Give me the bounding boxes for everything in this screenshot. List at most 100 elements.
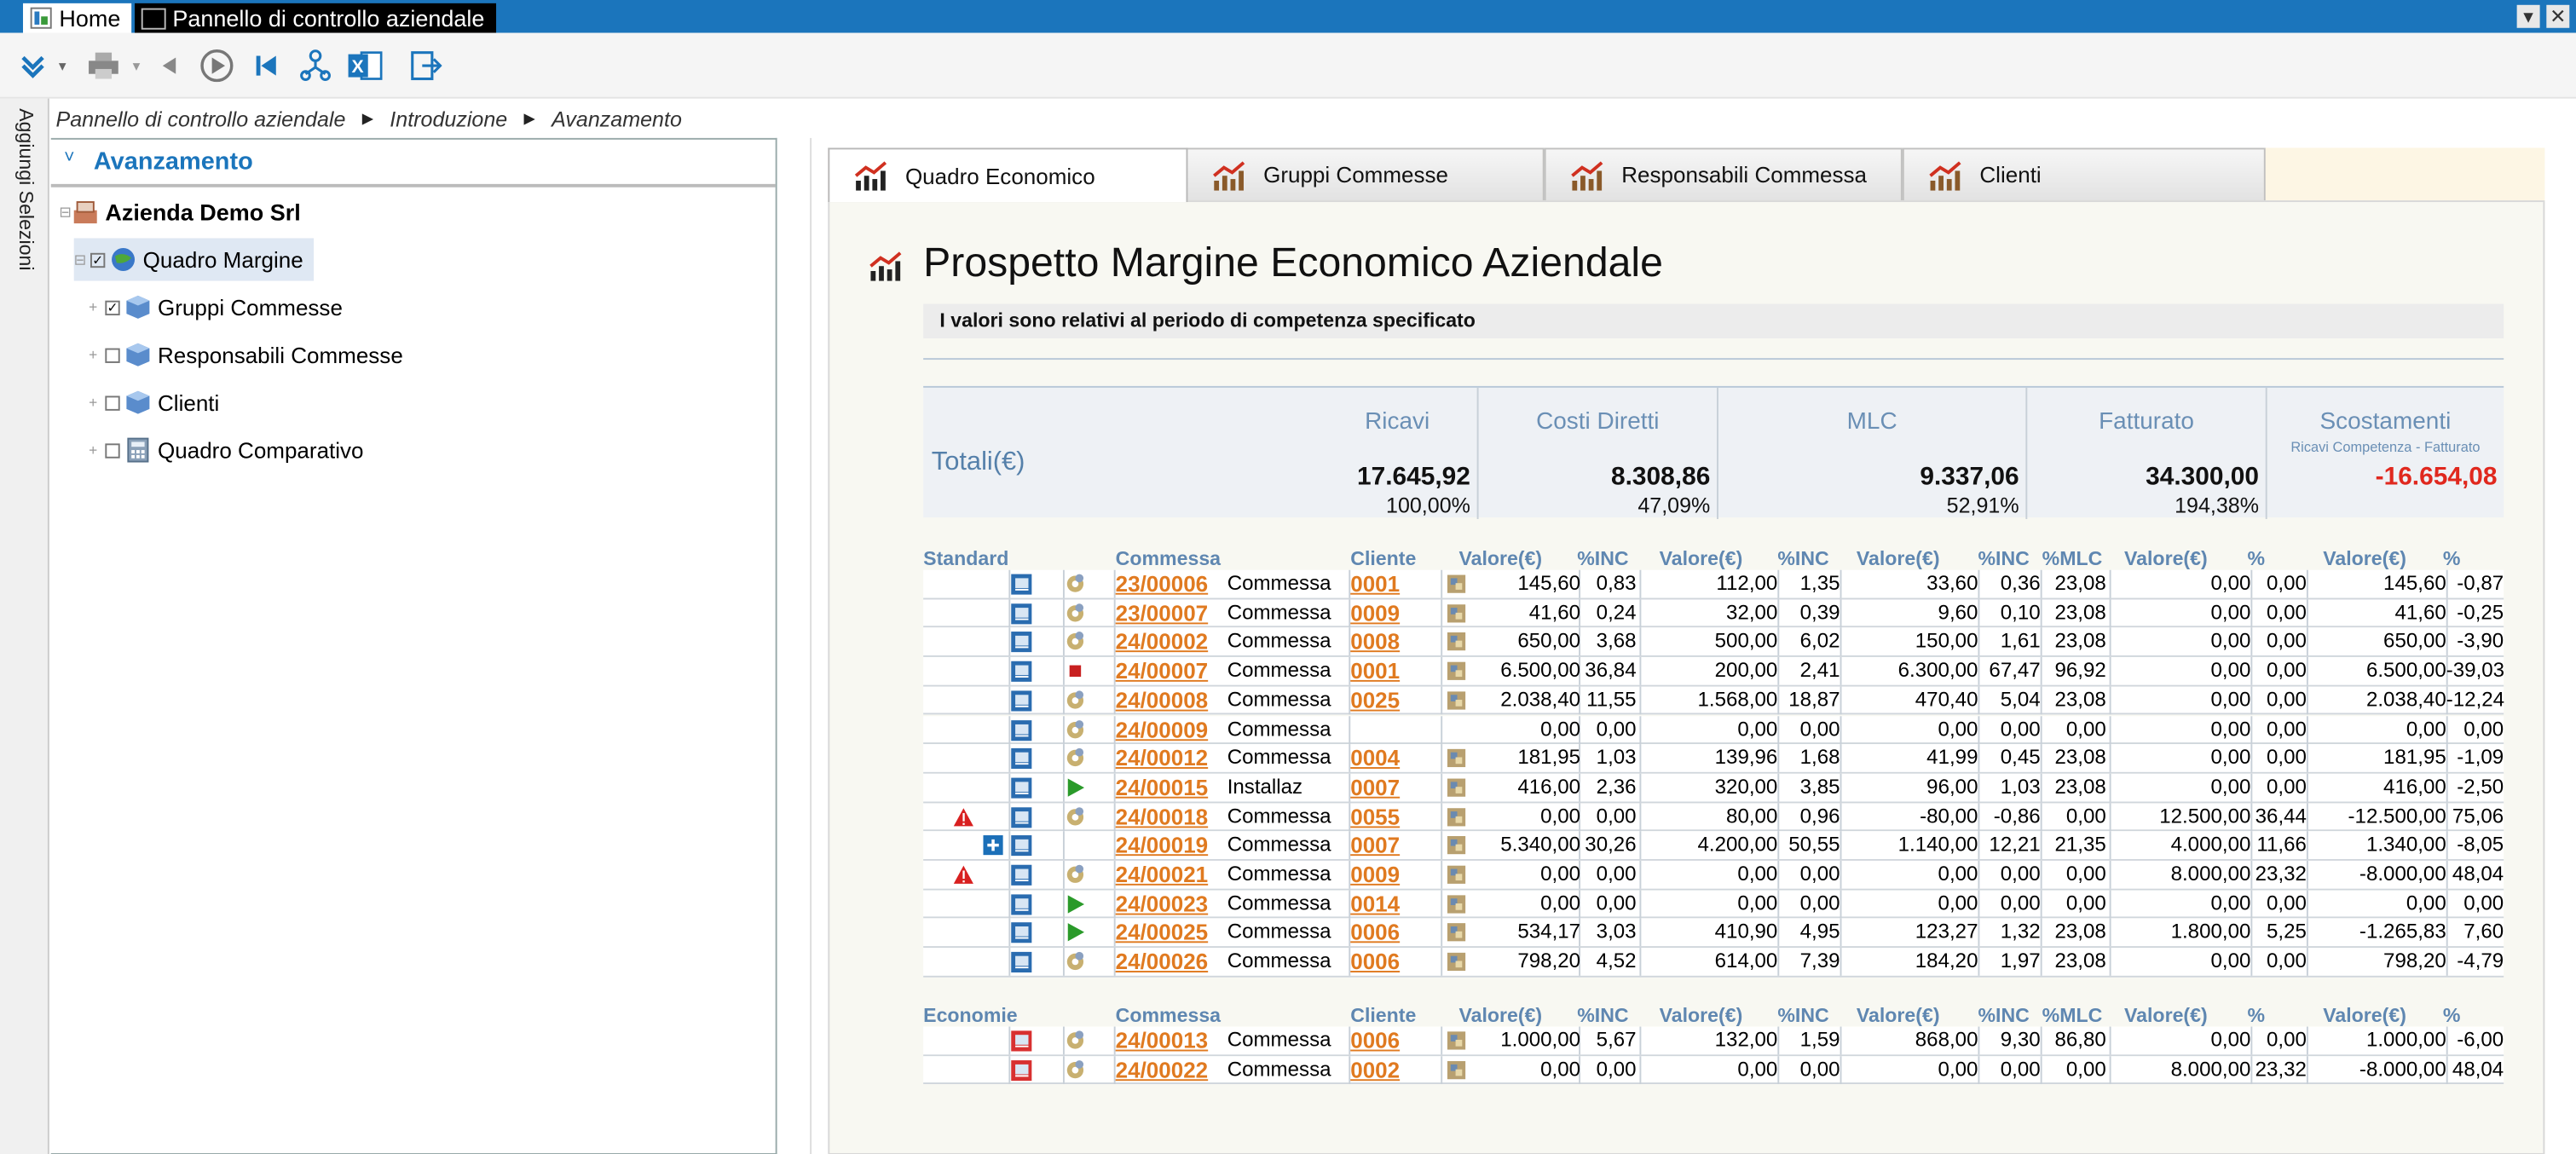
expand-icon[interactable]: ⊟ [59, 203, 72, 221]
dropdown-caret-icon[interactable]: ▾ [55, 48, 71, 84]
document-link-icon[interactable] [1010, 603, 1032, 624]
cliente-link[interactable]: 0002 [1350, 1058, 1400, 1082]
tab-clienti[interactable]: Clienti [1902, 147, 2266, 203]
column-header[interactable]: Economie [923, 1004, 1018, 1027]
column-header[interactable]: % [2248, 1004, 2266, 1027]
document-link-icon[interactable] [1010, 922, 1032, 944]
checkbox[interactable] [105, 442, 120, 458]
document-link-icon[interactable] [1010, 893, 1032, 915]
client-detail-icon[interactable] [1446, 806, 1467, 828]
document-link-icon[interactable] [1010, 1059, 1032, 1081]
column-header[interactable]: Valore(€) [1660, 1004, 1743, 1027]
client-detail-icon[interactable] [1446, 776, 1467, 798]
checkbox[interactable]: ✓ [105, 299, 120, 315]
client-detail-icon[interactable] [1446, 747, 1467, 769]
cliente-link[interactable]: 0025 [1350, 688, 1400, 713]
client-detail-icon[interactable] [1446, 632, 1467, 653]
client-detail-icon[interactable] [1446, 603, 1467, 624]
commessa-link[interactable]: 24/00022 [1116, 1058, 1209, 1082]
expand-icon[interactable]: + [89, 395, 101, 411]
cliente-link[interactable]: 0001 [1350, 572, 1400, 597]
cliente-link[interactable]: 0009 [1350, 863, 1400, 887]
document-link-icon[interactable] [1010, 1030, 1032, 1052]
tree-node-quadro-margine[interactable]: ⊟ ✓ Quadro Margine [73, 238, 314, 281]
commessa-link[interactable]: 24/00025 [1116, 920, 1209, 945]
tab-responsabili-commessa[interactable]: Responsabili Commessa [1544, 147, 1903, 203]
column-header[interactable]: %INC [1978, 1004, 2029, 1027]
expand-icon[interactable]: + [89, 441, 101, 458]
cliente-link[interactable]: 0007 [1350, 775, 1400, 799]
table-row[interactable]: 24/00023 Commessa 0014 0,00 0,00 0,00 0,00 0,00… [923, 889, 2504, 920]
commessa-link[interactable]: 24/00012 [1116, 746, 1209, 770]
commessa-link[interactable]: 23/00006 [1116, 572, 1209, 597]
exit-icon[interactable] [407, 48, 443, 84]
column-header[interactable]: % [2443, 547, 2461, 570]
column-header[interactable]: %MLC [2042, 547, 2103, 570]
checkbox[interactable] [105, 395, 120, 410]
table-row[interactable]: 24/00013 Commessa 0006 1.000,00 5,67 132,00 1,… [923, 1026, 2504, 1056]
table-row[interactable]: 23/00006 Commessa 0001 145,60 0,83 112,00 1,35… [923, 569, 2504, 599]
commessa-link[interactable]: 24/00019 [1116, 834, 1209, 858]
tree-node-root[interactable]: ⊟ Azienda Demo Srl [59, 191, 300, 234]
breadcrumb-item-2[interactable]: Avanzamento [552, 106, 682, 130]
column-header[interactable]: %INC [1777, 547, 1828, 570]
first-icon[interactable] [251, 48, 281, 84]
client-detail-icon[interactable] [1446, 864, 1467, 886]
document-link-icon[interactable] [1010, 690, 1032, 712]
tab-control-panel[interactable]: Pannello di controllo aziendale [135, 3, 497, 33]
tree-node-comparativo[interactable]: + Quadro Comparativo [89, 429, 363, 471]
column-header[interactable]: %INC [1978, 547, 2029, 570]
document-link-icon[interactable] [1010, 574, 1032, 595]
commessa-link[interactable]: 24/00021 [1116, 863, 1209, 887]
document-link-icon[interactable] [1010, 632, 1032, 653]
column-header[interactable]: Commessa [1116, 1004, 1221, 1027]
document-link-icon[interactable] [1010, 747, 1032, 770]
play-circle-icon[interactable] [197, 48, 236, 84]
commessa-link[interactable]: 24/00007 [1116, 659, 1209, 684]
tab-quadro-economico[interactable]: Quadro Economico [828, 147, 1188, 203]
column-header[interactable]: % [2443, 1004, 2461, 1027]
client-detail-icon[interactable] [1446, 893, 1467, 915]
table-row[interactable]: 24/00009 Commessa 0,00 0,00 0,00 0,00 0,00 0,00… [923, 715, 2504, 745]
cliente-link[interactable]: 0004 [1350, 746, 1400, 770]
commessa-link[interactable]: 24/00008 [1116, 688, 1209, 713]
tree-node-clienti[interactable]: + Clienti [89, 381, 219, 424]
table-row[interactable]: 24/00021 Commessa 0009 0,00 0,00 0,00 0,00 0,00… [923, 860, 2504, 890]
client-detail-icon[interactable] [1446, 574, 1467, 595]
chevron-down-icon[interactable]: ˅ [64, 147, 74, 167]
document-link-icon[interactable] [1010, 864, 1032, 886]
cliente-link[interactable]: 0006 [1350, 1028, 1400, 1053]
document-link-icon[interactable] [1010, 718, 1032, 741]
breadcrumb-item-1[interactable]: Introduzione [390, 106, 507, 130]
client-detail-icon[interactable] [1446, 690, 1467, 711]
print-icon[interactable] [85, 48, 121, 84]
document-link-icon[interactable] [1010, 661, 1032, 683]
cliente-link[interactable]: 0007 [1350, 834, 1400, 858]
column-header[interactable]: Standard [923, 547, 1008, 570]
tree-node-responsabili[interactable]: + Responsabili Commesse [89, 333, 403, 376]
cliente-link[interactable]: 0008 [1350, 630, 1400, 655]
column-header[interactable]: Valore(€) [1458, 547, 1542, 570]
column-header[interactable]: Valore(€) [2323, 1004, 2406, 1027]
client-detail-icon[interactable] [1446, 1030, 1467, 1051]
table-row[interactable]: 24/00026 Commessa 0006 798,20 4,52 614,00 7,39… [923, 948, 2504, 978]
table-row[interactable]: 24/00022 Commessa 0002 0,00 0,00 0,00 0,00 0,00… [923, 1055, 2504, 1085]
commessa-link[interactable]: 24/00013 [1116, 1028, 1209, 1053]
cliente-link[interactable]: 0001 [1350, 659, 1400, 684]
cliente-link[interactable]: 0009 [1350, 601, 1400, 626]
column-header[interactable]: Valore(€) [1458, 1004, 1542, 1027]
column-header[interactable]: % [2248, 547, 2266, 570]
client-detail-icon[interactable] [1446, 1059, 1467, 1081]
table-row[interactable]: 24/00019 Commessa 0007 5.340,00 30,26 4.200,0… [923, 831, 2504, 861]
expand-icon[interactable]: ⊟ [74, 251, 87, 268]
column-header[interactable]: Valore(€) [2124, 1004, 2208, 1027]
column-header[interactable]: %MLC [2042, 1004, 2103, 1027]
document-link-icon[interactable] [1010, 835, 1032, 857]
commessa-link[interactable]: 24/00015 [1116, 775, 1209, 799]
checkbox[interactable]: ✓ [90, 251, 106, 268]
tab-gruppi-commesse[interactable]: Gruppi Commesse [1186, 147, 1545, 203]
column-header[interactable]: Cliente [1350, 1004, 1416, 1027]
column-header[interactable]: %INC [1777, 1004, 1828, 1027]
table-row[interactable]: 24/00012 Commessa 0004 181,95 1,03 139,96 1,68… [923, 744, 2504, 774]
table-row[interactable]: 23/00007 Commessa 0009 41,60 0,24 32,00 0,39 9,… [923, 598, 2504, 628]
